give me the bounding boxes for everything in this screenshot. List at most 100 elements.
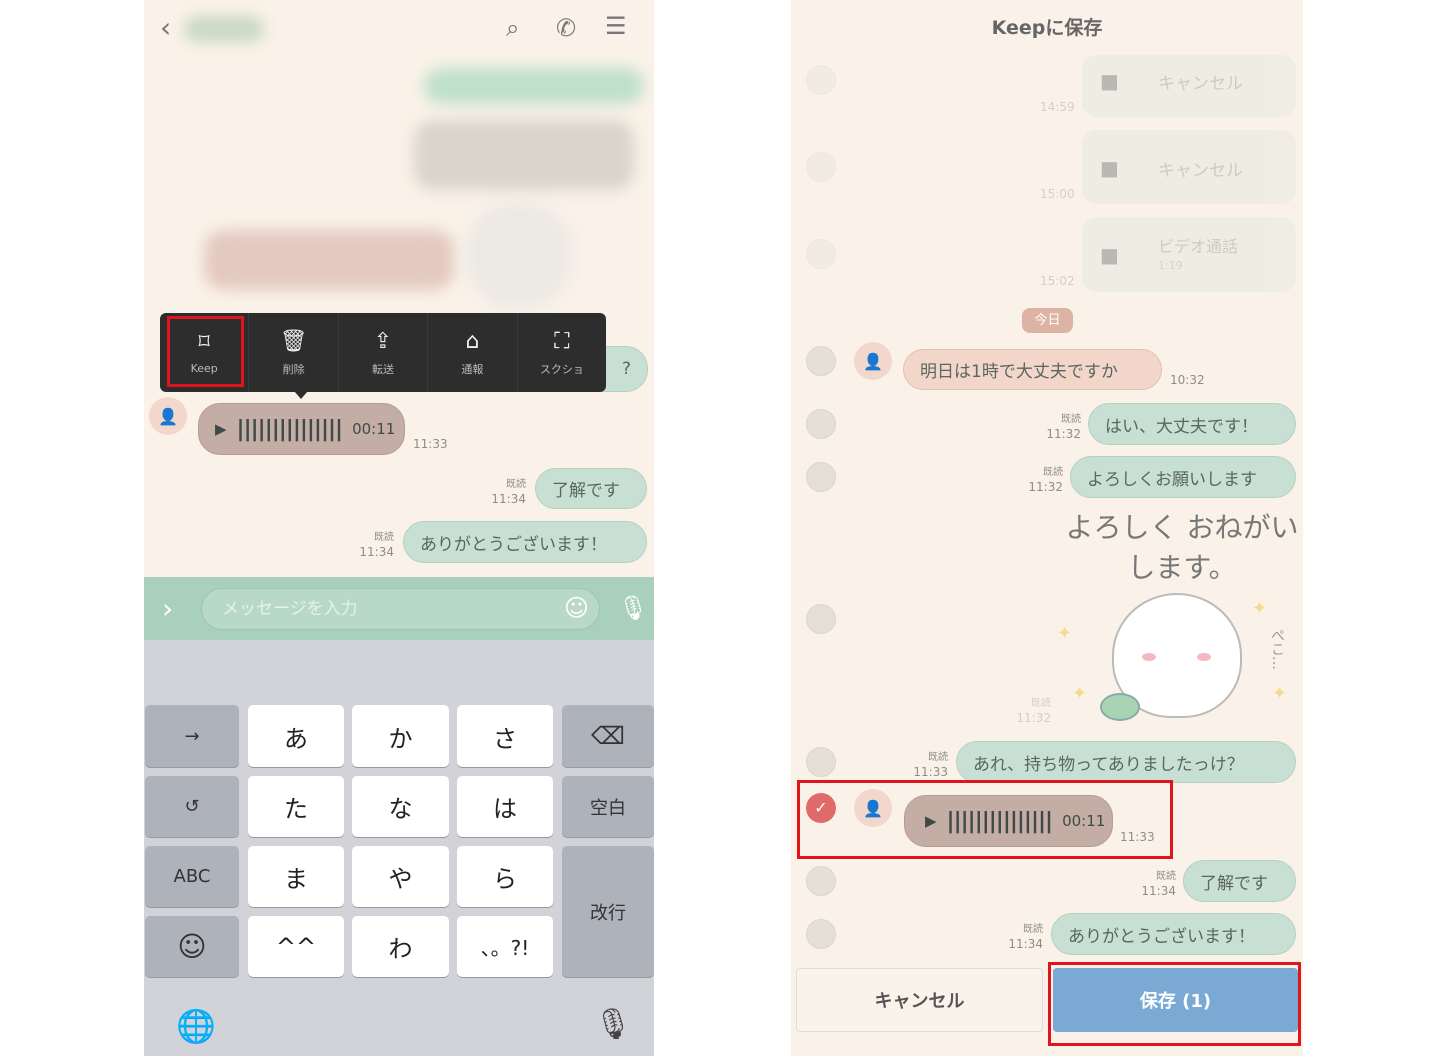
emoji-key[interactable]: ☺ (145, 916, 239, 977)
page-title: Keepに保存 (991, 17, 1103, 39)
message-text: はい、大丈夫です！ (1105, 416, 1258, 437)
menu-label: 削除 (282, 362, 305, 376)
space-key[interactable]: 空白 (562, 776, 654, 837)
phone-icon[interactable]: ✆ (556, 16, 576, 40)
call-bubble: ■ キャンセル (1082, 130, 1296, 204)
sticker: よろしく おねがいします。 ぺこ… ✦ ✦ ✦ ✦ (1057, 508, 1302, 733)
message-time: 10:32 (1170, 373, 1205, 387)
video-icon: ■ (1100, 156, 1119, 180)
microphone-icon[interactable]: 🎙 (618, 596, 648, 620)
video-icon: ■ (1100, 243, 1119, 267)
blurred-message (424, 68, 644, 104)
select-circle[interactable] (806, 866, 836, 896)
chat-screen: ‹ ⌕ ✆ ☰ ? ⌑ Keep 🗑 削除 ⇪ 転送 ⌂ 通報 ⛶ スクショ 👤 ▶ |||… (144, 0, 654, 1056)
message-text: 明日は1時で大丈夫ですか (920, 362, 1118, 382)
message-meta: 既読 11:34 (491, 479, 526, 506)
voice-message-bubble[interactable]: ▶ ||||||||||||||| 00:11 (198, 403, 405, 455)
key[interactable]: か (352, 705, 449, 767)
menu-icon[interactable]: ☰ (605, 14, 627, 38)
partial-message-text: ? (621, 359, 631, 379)
menu-item-screenshot[interactable]: ⛶ スクショ (518, 313, 606, 392)
abc-key[interactable]: ABC (145, 846, 239, 907)
expand-chevron-icon[interactable]: › (162, 595, 173, 623)
message-time: 15:00 (1040, 187, 1075, 201)
message-meta: 既読 11:32 (1046, 414, 1081, 441)
cancel-button[interactable]: キャンセル (796, 968, 1043, 1032)
voice-highlight (797, 780, 1173, 859)
select-circle[interactable] (806, 239, 836, 269)
blurred-contact-name (184, 16, 264, 42)
blurred-image (414, 120, 634, 190)
dictation-mic-icon[interactable]: 🎙 (594, 1010, 632, 1040)
avatar[interactable]: 👤 (149, 397, 187, 435)
search-icon[interactable]: ⌕ (506, 16, 519, 40)
select-circle[interactable] (806, 462, 836, 492)
message-meta: 既読 11:33 (913, 752, 948, 779)
select-circle[interactable] (806, 409, 836, 439)
select-circle[interactable] (806, 747, 836, 777)
save-highlight (1048, 962, 1301, 1046)
message-meta: 既読 11:34 (1141, 871, 1176, 898)
message-text: あれ、持ち物ってありましたっけ？ (973, 754, 1244, 775)
menu-item-forward[interactable]: ⇪ 転送 (339, 313, 429, 392)
key[interactable]: は (457, 776, 553, 837)
play-icon[interactable]: ▶ (215, 420, 227, 438)
key[interactable]: さ (457, 705, 553, 767)
message-time: 15:02 (1040, 274, 1075, 288)
message-time: 11:33 (413, 437, 448, 451)
select-circle[interactable] (806, 152, 836, 182)
select-circle[interactable] (806, 919, 836, 949)
backspace-key[interactable]: ⌫ (562, 705, 654, 767)
select-circle[interactable] (806, 65, 836, 95)
message-bubble[interactable]: 了解です (535, 468, 647, 509)
message-meta: 既読 11:32 (1028, 467, 1063, 494)
key[interactable]: 、。?! (457, 916, 553, 977)
message-text: よろしくお願いします (1087, 469, 1257, 490)
call-bubble: ■ キャンセル (1082, 55, 1296, 117)
menu-item-report[interactable]: ⌂ 通報 (428, 313, 518, 392)
key[interactable]: ^^ (248, 916, 344, 977)
menu-item-delete[interactable]: 🗑 削除 (249, 313, 339, 392)
menu-label: 通報 (461, 362, 484, 376)
report-icon: ⌂ (465, 328, 480, 354)
select-circle[interactable] (806, 346, 836, 376)
message-time: 14:59 (1040, 100, 1075, 114)
message-bubble: 了解です (1183, 860, 1296, 902)
keyboard: → あ か さ ⌫ ↺ た な は 空白 ABC ま や ら 改行 ☺ ^^ わ… (144, 640, 654, 1056)
message-bubble: あれ、持ち物ってありましたっけ？ (956, 741, 1296, 783)
select-circle[interactable] (806, 604, 836, 634)
input-bar: › メッセージを入力 ☺ 🎙 (144, 577, 654, 640)
waveform-icon: ||||||||||||||| (236, 416, 344, 442)
trash-icon: 🗑 (279, 328, 308, 354)
message-text: ありがとうございます！ (1068, 926, 1255, 947)
emoji-icon[interactable]: ☺ (564, 596, 589, 620)
return-key[interactable]: 改行 (562, 846, 654, 977)
share-icon: ⇪ (373, 328, 393, 354)
screenshot-icon: ⛶ (554, 328, 570, 354)
key[interactable]: な (352, 776, 449, 837)
message-bubble[interactable]: ありがとうございます！ (403, 521, 647, 563)
key[interactable]: わ (352, 916, 449, 977)
message-meta: 既読 11:32 (1016, 698, 1051, 725)
video-icon: ■ (1100, 69, 1119, 93)
message-text: 了解です (552, 481, 620, 501)
key[interactable]: あ (248, 705, 344, 767)
message-text: ありがとうございます！ (420, 534, 607, 555)
key[interactable]: や (352, 846, 449, 907)
message-meta: 既読 11:34 (1008, 924, 1043, 951)
call-bubble: ■ ビデオ通話 1:19 (1082, 217, 1296, 292)
back-chevron-icon[interactable]: ‹ (160, 14, 171, 42)
key-arrow[interactable]: → (145, 705, 239, 767)
message-bubble: はい、大丈夫です！ (1088, 403, 1296, 445)
key[interactable]: ら (457, 846, 553, 907)
message-input[interactable]: メッセージを入力 (201, 588, 600, 630)
avatar: 👤 (854, 342, 892, 380)
undo-key[interactable]: ↺ (145, 776, 239, 837)
sticker-lettering: よろしく おねがいします。 (1065, 511, 1299, 584)
menu-label: スクショ (539, 362, 584, 376)
menu-pointer (294, 391, 308, 399)
key[interactable]: た (248, 776, 344, 837)
globe-icon[interactable]: 🌐 (176, 1010, 216, 1042)
key[interactable]: ま (248, 846, 344, 907)
message-bubble: よろしくお願いします (1070, 456, 1296, 498)
